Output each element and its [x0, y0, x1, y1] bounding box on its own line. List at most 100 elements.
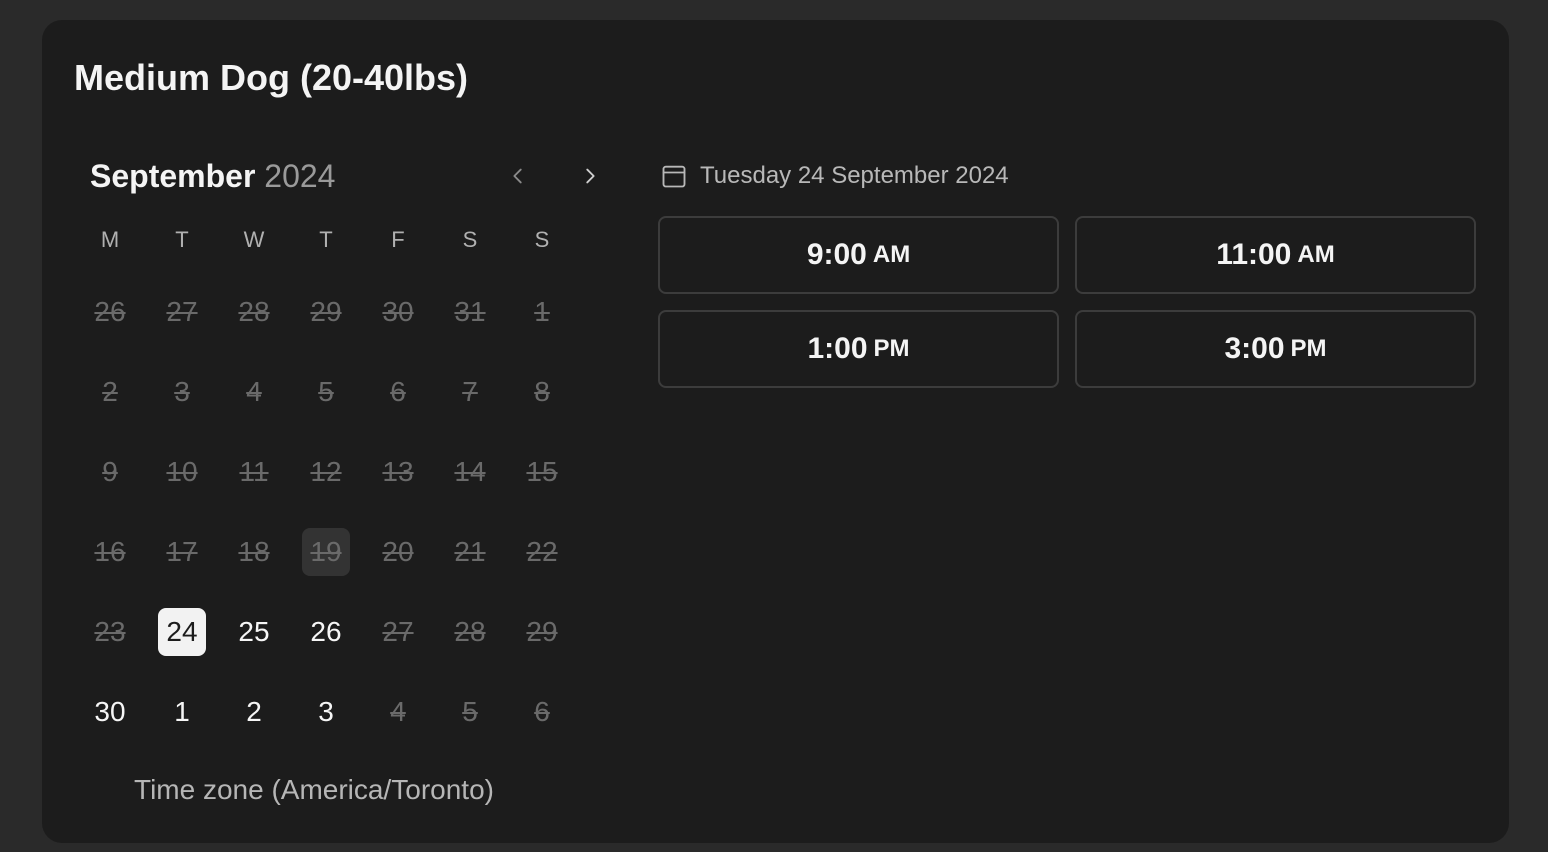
time-slot-time: 3:00: [1224, 332, 1285, 365]
month-year-label: September 2024: [90, 156, 335, 196]
calendar-day-cell: 3: [290, 672, 362, 752]
calendar-day-cell: 8: [506, 352, 578, 432]
calendar-day: 16: [94, 536, 126, 567]
calendar-day-cell: 6: [362, 352, 434, 432]
weekday-label: M: [100, 227, 120, 252]
time-slot-time: 11:00: [1216, 238, 1292, 271]
selected-date-label: Tuesday 24 September 2024: [700, 162, 1009, 189]
calendar-day-cell: 15: [506, 432, 578, 512]
calendar-day-cell: 5: [290, 352, 362, 432]
calendar-day: 8: [534, 376, 550, 407]
calendar-day-cell: 24: [146, 592, 218, 672]
calendar-day-cell: 29: [506, 592, 578, 672]
calendar-day[interactable]: 2: [230, 688, 278, 736]
calendar-day-cell: 3: [146, 352, 218, 432]
weekday-label: T: [175, 227, 189, 252]
time-slot-list: 9:00 AM 11:00 AM 1:00 PM 3:00 PM: [658, 216, 1476, 388]
calendar-day: 21: [454, 536, 486, 567]
calendar-day: 13: [382, 456, 414, 487]
calendar-day[interactable]: 3: [302, 688, 350, 736]
time-slot-time: 9:00: [806, 238, 867, 271]
calendar-day: 29: [526, 616, 558, 647]
calendar-day: 23: [94, 616, 126, 647]
chevron-right-icon: [586, 168, 595, 184]
calendar-day: 19: [302, 528, 350, 576]
calendar-day-grid: 26 27 28 29 30 31 1 2 3 4 5 6 7 8 9 10 11 12 13 14 15 16 17 18 1…: [74, 272, 578, 752]
calendar-day[interactable]: 25: [230, 608, 278, 656]
calendar-header: September 2024: [90, 154, 595, 198]
weekday-label: F: [391, 227, 405, 252]
time-slot-button[interactable]: 9:00 AM: [658, 216, 1059, 294]
calendar-day: 1: [534, 296, 550, 327]
calendar-day-cell: 1: [146, 672, 218, 752]
calendar-day: 27: [166, 296, 198, 327]
weekday-label: S: [462, 227, 478, 252]
calendar-day: 2: [102, 376, 118, 407]
next-month-button[interactable]: [568, 154, 612, 198]
time-slot-period: AM: [1297, 241, 1335, 268]
calendar-day-cell: 13: [362, 432, 434, 512]
calendar-day-cell: 26: [74, 272, 146, 352]
calendar-day-cell: 30: [74, 672, 146, 752]
calendar-day-cell: 20: [362, 512, 434, 592]
timezone-selector[interactable]: Time zone (America/Toronto): [134, 770, 494, 810]
time-slot-period: PM: [873, 335, 910, 362]
calendar-day: 5: [462, 696, 478, 727]
calendar-day-cell: 18: [218, 512, 290, 592]
month-label: September: [90, 158, 256, 194]
calendar-day: 5: [318, 376, 334, 407]
calendar-day-cell: 10: [146, 432, 218, 512]
calendar-day-cell: 9: [74, 432, 146, 512]
selected-date-heading: Tuesday 24 September 2024: [660, 156, 1009, 196]
calendar-day-cell: 17: [146, 512, 218, 592]
calendar-day-cell: 14: [434, 432, 506, 512]
calendar-day: 31: [454, 296, 486, 327]
calendar-day-cell: 6: [506, 672, 578, 752]
calendar-day[interactable]: 1: [158, 688, 206, 736]
time-slot-button[interactable]: 1:00 PM: [658, 310, 1059, 388]
calendar-day-cell: 4: [218, 352, 290, 432]
calendar-day-cell: 28: [218, 272, 290, 352]
weekday-header-row: MTWTFSS: [74, 220, 578, 260]
calendar-day: 3: [174, 376, 190, 407]
calendar-day: 26: [94, 296, 126, 327]
calendar-day: 9: [102, 456, 118, 487]
weekday-label: W: [243, 227, 265, 252]
calendar-day[interactable]: 30: [86, 688, 134, 736]
calendar-day-cell: 28: [434, 592, 506, 672]
time-slot-button[interactable]: 11:00 AM: [1075, 216, 1476, 294]
calendar-day: 15: [526, 456, 558, 487]
calendar-day: 11: [239, 456, 269, 487]
calendar-day: 22: [526, 536, 558, 567]
time-slot-period: PM: [1290, 335, 1327, 362]
calendar-day: 17: [166, 536, 198, 567]
calendar-day-cell: 21: [434, 512, 506, 592]
calendar-day-cell: 12: [290, 432, 362, 512]
calendar-day-cell: 31: [434, 272, 506, 352]
calendar-day: 14: [454, 456, 486, 487]
calendar-day: 29: [310, 296, 342, 327]
weekday-label: S: [534, 227, 550, 252]
calendar-day-cell: 4: [362, 672, 434, 752]
time-slot-period: AM: [872, 241, 911, 268]
calendar-day-cell: 27: [146, 272, 218, 352]
calendar-day-cell: 2: [74, 352, 146, 432]
calendar-day-cell: 26: [290, 592, 362, 672]
calendar-day-cell: 11: [218, 432, 290, 512]
calendar-day[interactable]: 26: [302, 608, 350, 656]
year-label: 2024: [264, 158, 336, 194]
chevron-left-icon: [513, 168, 522, 184]
calendar-day-cell: 1: [506, 272, 578, 352]
calendar-day: 27: [382, 616, 414, 647]
calendar-day-cell: 30: [362, 272, 434, 352]
previous-month-button[interactable]: [496, 154, 540, 198]
calendar-day-cell: 25: [218, 592, 290, 672]
time-slot-button[interactable]: 3:00 PM: [1075, 310, 1476, 388]
calendar-day-cell: 7: [434, 352, 506, 432]
calendar-day: 18: [238, 536, 270, 567]
calendar-day: 6: [390, 376, 406, 407]
calendar-day-cell: 19: [290, 512, 362, 592]
calendar-day-cell: 22: [506, 512, 578, 592]
calendar-day-selected[interactable]: 24: [158, 608, 206, 656]
calendar-day: 6: [534, 696, 550, 727]
